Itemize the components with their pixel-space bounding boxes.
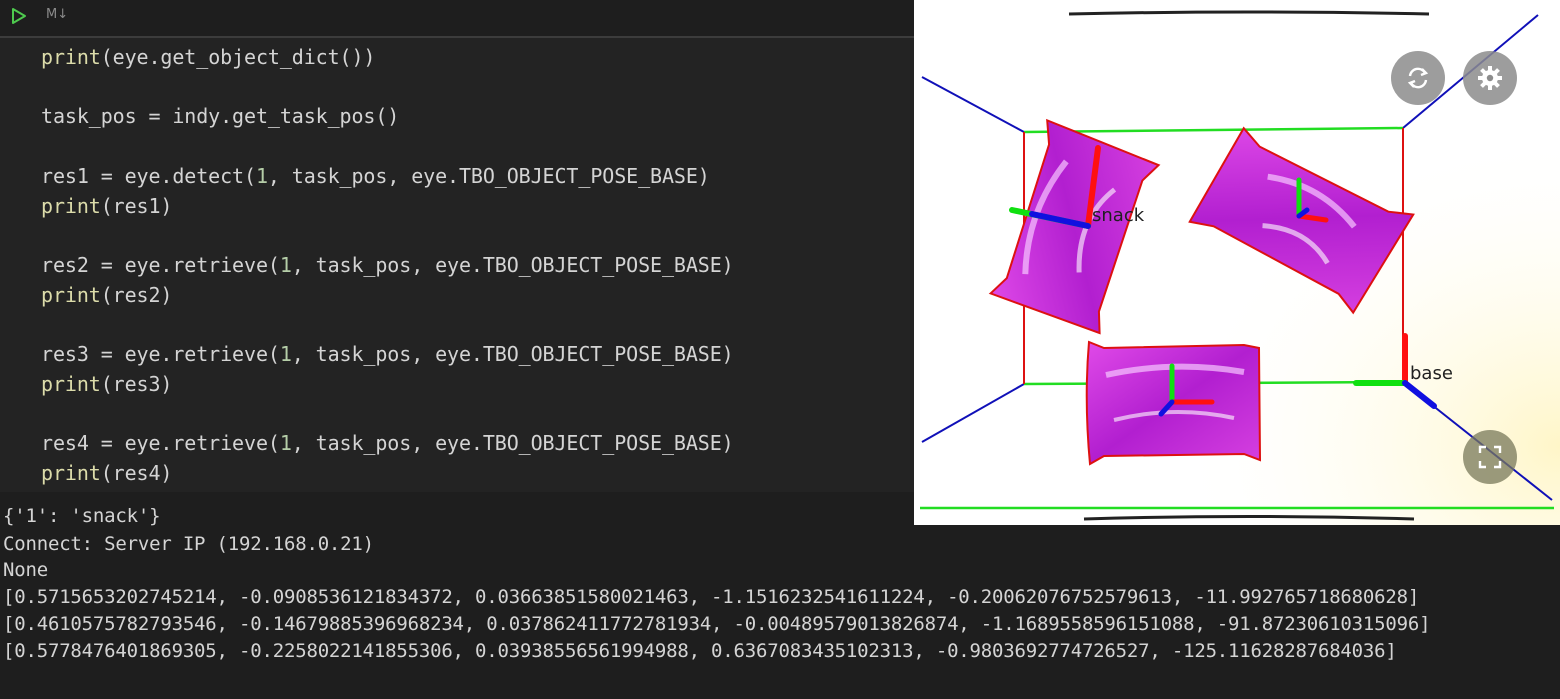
fullscreen-button[interactable] [1463, 430, 1517, 484]
output-line: {'1': 'snack'} [3, 505, 161, 527]
code-line: task_pos = indy.get_task_pos() [41, 104, 400, 128]
cell-toolbar: M↓ [0, 0, 914, 34]
output-line: [0.5778476401869305, -0.2258022141855306… [3, 640, 1397, 662]
play-icon[interactable] [10, 6, 28, 26]
output-line: None [3, 559, 48, 581]
code-line: print(res3) [41, 372, 173, 396]
object-label-base: base [1410, 363, 1453, 384]
output-line: [0.5715653202745214, -0.0908536121834372… [3, 586, 1420, 608]
settings-button[interactable] [1463, 51, 1517, 105]
code-line: print(res4) [41, 461, 173, 485]
rotate-button[interactable] [1391, 51, 1445, 105]
code-line: res4 = eye.retrieve(1, task_pos, eye.TBO… [41, 431, 734, 455]
code-line: res2 = eye.retrieve(1, task_pos, eye.TBO… [41, 253, 734, 277]
output-line: [0.4610575782793546, -0.1467988539696823… [3, 613, 1431, 635]
rotate-icon [1407, 67, 1429, 89]
code-line: print(eye.get_object_dict()) [41, 45, 376, 69]
code-line: res1 = eye.detect(1, task_pos, eye.TBO_O… [41, 164, 710, 188]
detection-viewer: snack base [914, 0, 1560, 525]
output-line: Connect: Server IP (192.168.0.21) [3, 533, 374, 555]
markdown-badge[interactable]: M↓ [46, 7, 68, 22]
object-label-snack: snack [1092, 205, 1145, 226]
gear-icon [1478, 66, 1502, 90]
code-line: print(res2) [41, 283, 173, 307]
code-cell[interactable]: print(eye.get_object_dict()) task_pos = … [0, 38, 914, 492]
code-line: res3 = eye.retrieve(1, task_pos, eye.TBO… [41, 342, 734, 366]
fullscreen-icon [1478, 445, 1502, 469]
code-line: print(res1) [41, 194, 173, 218]
